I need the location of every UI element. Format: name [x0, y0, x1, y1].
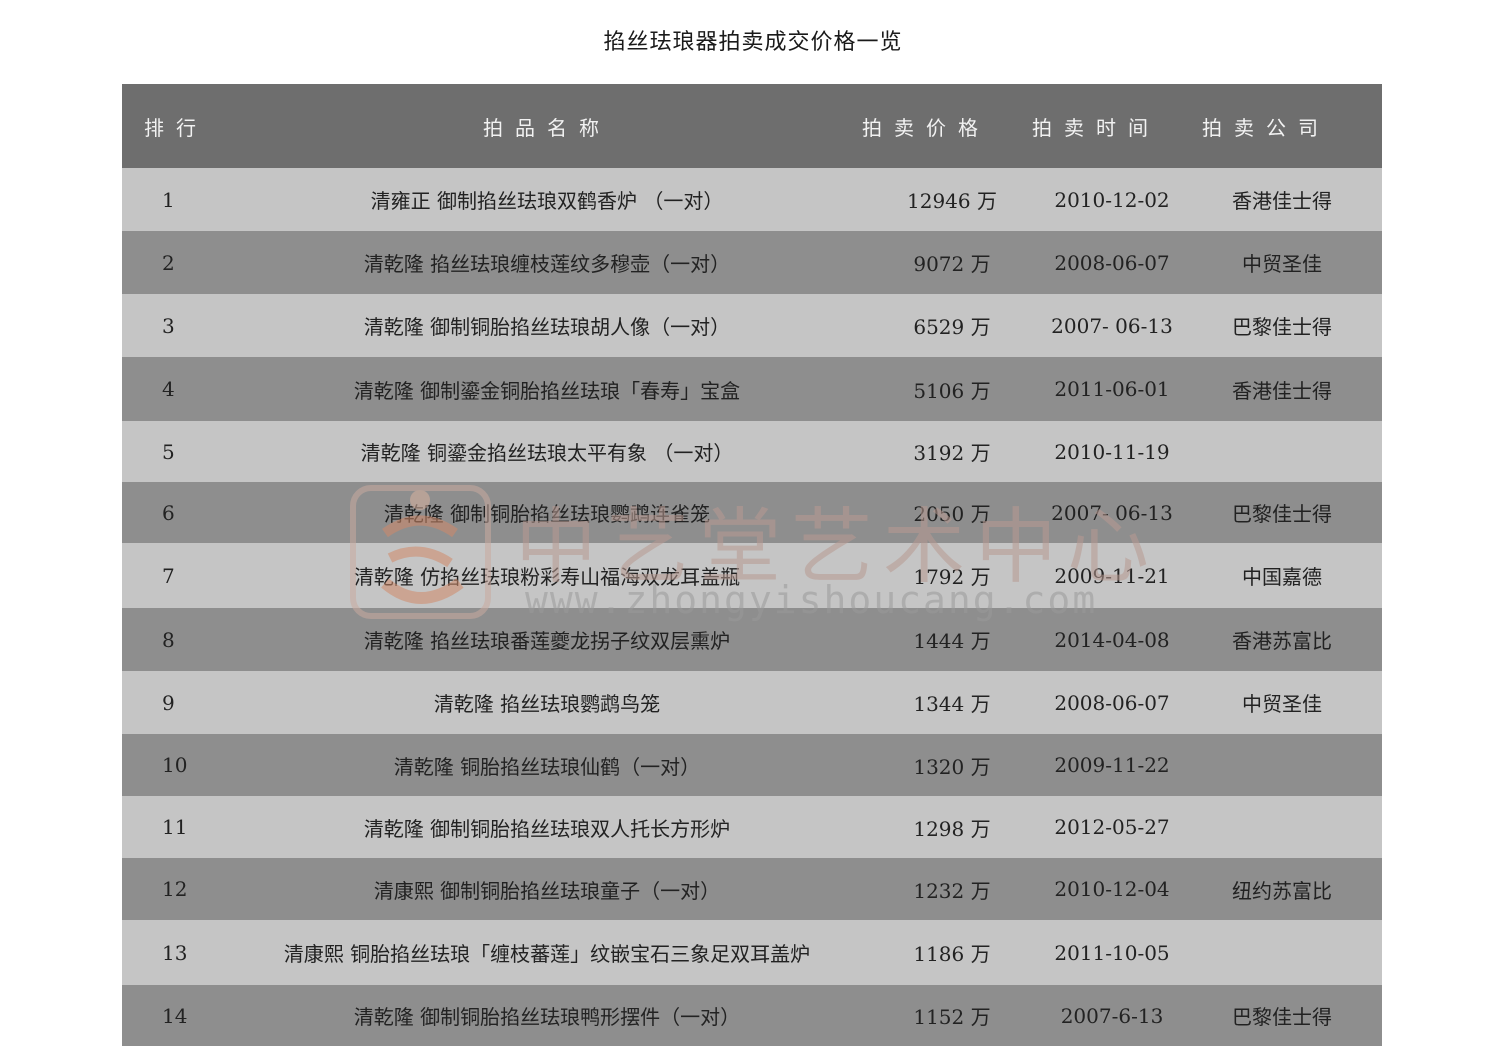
auction-house-cell: [1182, 734, 1382, 796]
table-row: 2 清乾隆 掐丝珐琅缠枝莲纹多穆壶（一对） 9072 万 2008-06-07 中贸圣佳: [122, 231, 1382, 294]
table-row: 10 清乾隆 铜胎掐丝珐琅仙鹤（一对） 1320 万 2009-11-22: [122, 734, 1382, 796]
price-cell: 1152 万: [913, 1005, 991, 1029]
header-date: 拍卖时间: [1032, 115, 1160, 140]
page-title: 掐丝珐琅器拍卖成交价格一览: [603, 30, 903, 55]
auction-house-cell: [1182, 796, 1382, 858]
item-name-cell: 清乾隆 仿掐丝珐琅粉彩寿山福海双龙耳盖瓶: [353, 565, 741, 589]
table-row: 3 清乾隆 御制铜胎掐丝珐琅胡人像（一对） 6529 万 2007- 06-13 巴黎佳…: [122, 294, 1382, 357]
price-cell: 12946 万: [907, 189, 997, 213]
rank-cell: 3: [162, 313, 175, 338]
item-name-cell: 清乾隆 御制铜胎掐丝珐琅鹦鹉连雀笼: [383, 502, 711, 526]
date-cell: 2007-6-13: [1060, 1003, 1164, 1028]
date-cell: 2008-06-07: [1054, 690, 1170, 715]
item-name-cell: 清雍正 御制掐丝珐琅双鹤香炉 （一对）: [370, 189, 724, 213]
date-cell: 2010-12-04: [1054, 877, 1170, 901]
table-row: 12 清康熙 御制铜胎掐丝珐琅童子（一对） 1232 万 2010-12-04 纽约苏富…: [122, 858, 1382, 920]
price-cell: 2050 万: [913, 502, 991, 526]
table-header: 排行 拍品名称 拍卖价格 拍卖时间 拍卖公司: [122, 84, 1382, 168]
rank-cell: 7: [162, 563, 175, 588]
date-cell: 2009-11-22: [1054, 753, 1170, 777]
header-price: 拍卖价格: [862, 115, 990, 140]
auction-house-cell: 纽约苏富比: [1232, 878, 1332, 903]
auction-house-cell: 香港佳士得: [1232, 378, 1332, 403]
date-cell: 2009-11-21: [1054, 563, 1170, 588]
item-name-cell: 清乾隆 掐丝珐琅缠枝莲纹多穆壶（一对）: [363, 252, 731, 276]
auction-house-cell: 巴黎佳士得: [1232, 1005, 1332, 1029]
price-cell: 6529 万: [913, 315, 991, 339]
date-cell: 2010-11-19: [1054, 439, 1170, 464]
price-cell: 1186 万: [913, 942, 991, 966]
auction-house-cell: 香港佳士得: [1232, 189, 1332, 213]
price-cell: 5106 万: [913, 378, 991, 403]
price-cell: 1298 万: [913, 816, 991, 841]
price-cell: 1344 万: [913, 692, 991, 716]
table-row: 6 清乾隆 御制铜胎掐丝珐琅鹦鹉连雀笼 2050 万 2007- 06-13 巴黎佳士得: [122, 482, 1382, 543]
table-row: 13 清康熙 铜胎掐丝珐琅「缠枝蕃莲」纹嵌宝石三象足双耳盖炉 1186 万 2011-…: [122, 920, 1382, 985]
auction-house-cell: 中贸圣佳: [1242, 252, 1322, 276]
price-cell: 1320 万: [913, 754, 991, 779]
rank-cell: 11: [162, 815, 188, 839]
price-cell: 1444 万: [913, 629, 991, 653]
date-cell: 2007- 06-13: [1051, 500, 1173, 525]
date-cell: 2008-06-07: [1054, 250, 1170, 275]
date-cell: 2011-10-05: [1054, 940, 1170, 965]
date-cell: 2010-12-02: [1054, 187, 1170, 212]
rank-cell: 8: [162, 627, 175, 652]
date-cell: 2012-05-27: [1054, 815, 1170, 839]
rank-cell: 10: [162, 753, 188, 777]
rank-cell: 14: [162, 1003, 188, 1028]
header-house: 拍卖公司: [1202, 115, 1330, 140]
rank-cell: 13: [162, 940, 188, 965]
item-name-cell: 清乾隆 铜鎏金掐丝珐琅太平有象 （一对）: [360, 441, 734, 465]
item-name-cell: 清乾隆 掐丝珐琅鹦鹉鸟笼: [433, 692, 661, 716]
rank-cell: 1: [162, 187, 175, 212]
price-cell: 1232 万: [913, 878, 991, 903]
item-name-cell: 清乾隆 铜胎掐丝珐琅仙鹤（一对）: [393, 754, 701, 779]
auction-house-cell: [1182, 920, 1382, 985]
item-name-cell: 清康熙 御制铜胎掐丝珐琅童子（一对）: [373, 878, 721, 903]
table-row: 1 清雍正 御制掐丝珐琅双鹤香炉 （一对） 12946 万 2010-12-02 香港佳…: [122, 168, 1382, 231]
header-rank: 排行: [144, 115, 208, 140]
rank-cell: 12: [162, 877, 188, 901]
auction-house-cell: 香港苏富比: [1232, 629, 1332, 653]
price-cell: 9072 万: [913, 252, 991, 276]
auction-house-cell: [1182, 421, 1382, 482]
table-body: 1 清雍正 御制掐丝珐琅双鹤香炉 （一对） 12946 万 2010-12-02 香港佳…: [122, 168, 1382, 1046]
date-cell: 2014-04-08: [1054, 627, 1170, 652]
rank-cell: 5: [162, 439, 175, 464]
rank-cell: 2: [162, 250, 175, 275]
price-cell: 1792 万: [913, 565, 991, 589]
rank-cell: 9: [162, 690, 175, 715]
rank-cell: 4: [162, 377, 175, 401]
table-row: 4 清乾隆 御制鎏金铜胎掐丝珐琅「春寿」宝盒 5106 万 2011-06-01 香港佳…: [122, 357, 1382, 421]
item-name-cell: 清乾隆 御制鎏金铜胎掐丝珐琅「春寿」宝盒: [353, 378, 741, 403]
auction-house-cell: 中国嘉德: [1242, 565, 1322, 589]
auction-house-cell: 巴黎佳士得: [1232, 502, 1332, 526]
auction-house-cell: 巴黎佳士得: [1232, 315, 1332, 339]
item-name-cell: 清乾隆 御制铜胎掐丝珐琅胡人像（一对）: [363, 315, 731, 339]
auction-house-cell: 中贸圣佳: [1242, 692, 1322, 716]
table-row: 5 清乾隆 铜鎏金掐丝珐琅太平有象 （一对） 3192 万 2010-11-19: [122, 421, 1382, 482]
table-row: 7 清乾隆 仿掐丝珐琅粉彩寿山福海双龙耳盖瓶 1792 万 2009-11-21 中国嘉…: [122, 543, 1382, 608]
item-name-cell: 清康熙 铜胎掐丝珐琅「缠枝蕃莲」纹嵌宝石三象足双耳盖炉: [283, 942, 811, 966]
table-row: 9 清乾隆 掐丝珐琅鹦鹉鸟笼 1344 万 2008-06-07 中贸圣佳: [122, 671, 1382, 734]
table-row: 8 清乾隆 掐丝珐琅番莲夔龙拐子纹双层熏炉 1444 万 2014-04-08 香港苏富…: [122, 608, 1382, 671]
price-cell: 3192 万: [913, 441, 991, 465]
rank-cell: 6: [162, 500, 175, 525]
header-name: 拍品名称: [483, 115, 611, 140]
item-name-cell: 清乾隆 御制铜胎掐丝珐琅双人托长方形炉: [363, 816, 731, 841]
table-row: 11 清乾隆 御制铜胎掐丝珐琅双人托长方形炉 1298 万 2012-05-27: [122, 796, 1382, 858]
auction-table: 排行 拍品名称 拍卖价格 拍卖时间 拍卖公司 1 清雍正 御制掐丝珐琅双鹤香炉 （…: [122, 84, 1382, 1046]
item-name-cell: 清乾隆 御制铜胎掐丝珐琅鸭形摆件（一对）: [353, 1005, 741, 1029]
item-name-cell: 清乾隆 掐丝珐琅番莲夔龙拐子纹双层熏炉: [363, 629, 731, 653]
table-row: 14 清乾隆 御制铜胎掐丝珐琅鸭形摆件（一对） 1152 万 2007-6-13 巴黎佳…: [122, 985, 1382, 1046]
date-cell: 2011-06-01: [1054, 377, 1170, 401]
date-cell: 2007- 06-13: [1051, 313, 1173, 338]
